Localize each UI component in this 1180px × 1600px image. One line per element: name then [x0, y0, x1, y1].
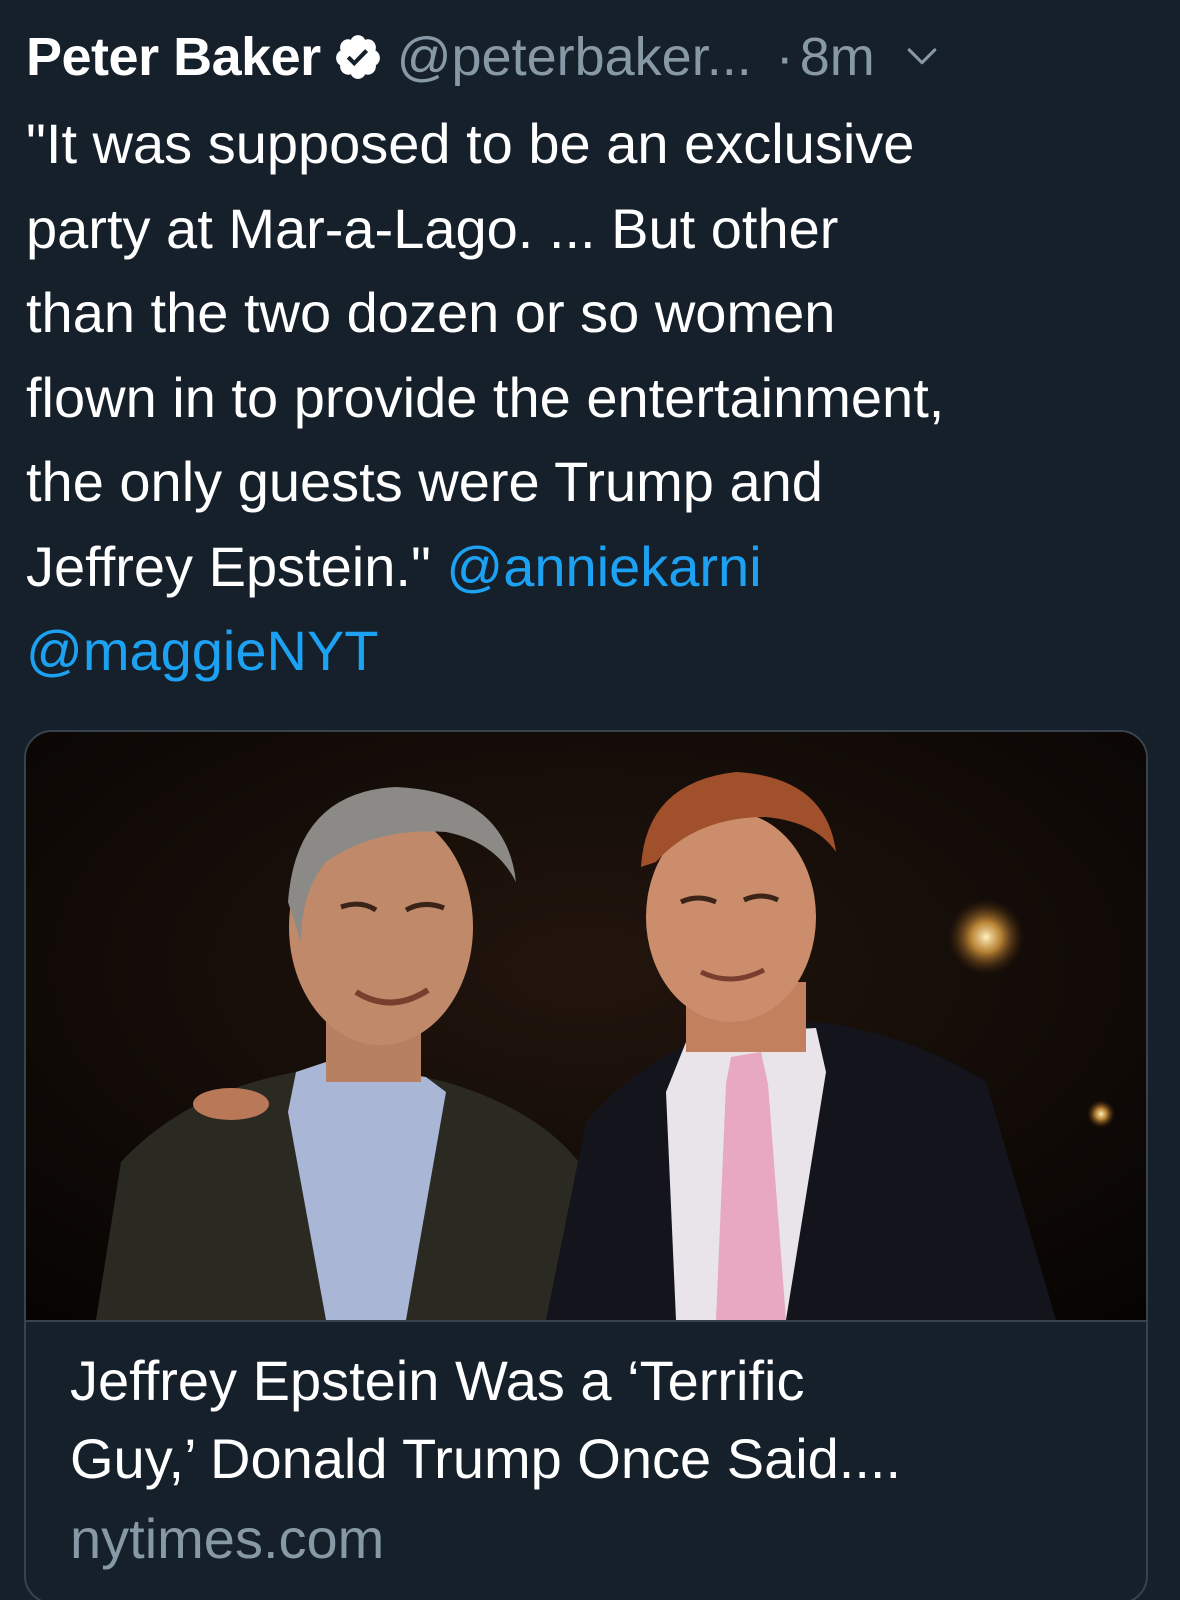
tweet-text-line: party at Mar-a-Lago. ... But other — [26, 196, 839, 260]
tweet[interactable]: Peter Baker @peterbaker... · 8m "It was … — [0, 0, 1180, 1600]
tweet-text-line: "It was supposed to be an exclusive — [26, 112, 915, 175]
tweet-text-line: than the two dozen or so women — [26, 281, 836, 344]
meta-separator: · — [775, 27, 794, 87]
author-display-name[interactable]: Peter Baker — [26, 26, 321, 88]
tweet-text-line: flown in to provide the entertainment, — [26, 365, 945, 429]
tweet-text-line: Jeffrey Epstein." @anniekarni — [26, 525, 1146, 610]
link-preview-card[interactable]: Jeffrey Epstein Was a ‘Terrific Guy,’ Do… — [24, 730, 1148, 1600]
tweet-text-fragment: Jeffrey Epstein." — [26, 534, 447, 598]
card-title-line: Guy,’ Donald Trump Once Said.... — [70, 1427, 902, 1490]
tweet-text: "It was supposed to be an exclusive part… — [26, 102, 1146, 694]
tweet-timestamp[interactable]: 8m — [800, 26, 875, 88]
tweet-text-line: @maggieNYT — [26, 609, 1146, 694]
chevron-down-icon[interactable] — [905, 40, 939, 74]
author-handle[interactable]: @peterbaker... — [397, 26, 752, 88]
card-divider — [26, 1320, 1146, 1322]
tweet-text-line: the only guests were Trump and — [26, 450, 823, 513]
mention-link[interactable]: @anniekarni — [446, 535, 761, 598]
mention-link[interactable]: @maggieNYT — [26, 619, 379, 682]
verified-badge-icon — [333, 32, 383, 82]
card-title[interactable]: Jeffrey Epstein Was a ‘Terrific Guy,’ Do… — [70, 1342, 1110, 1498]
card-domain: nytimes.com — [70, 1507, 385, 1570]
card-photo[interactable] — [26, 732, 1146, 1320]
card-title-line: Jeffrey Epstein Was a ‘Terrific — [70, 1349, 805, 1412]
tweet-header: Peter Baker @peterbaker... · 8m — [26, 22, 1160, 92]
